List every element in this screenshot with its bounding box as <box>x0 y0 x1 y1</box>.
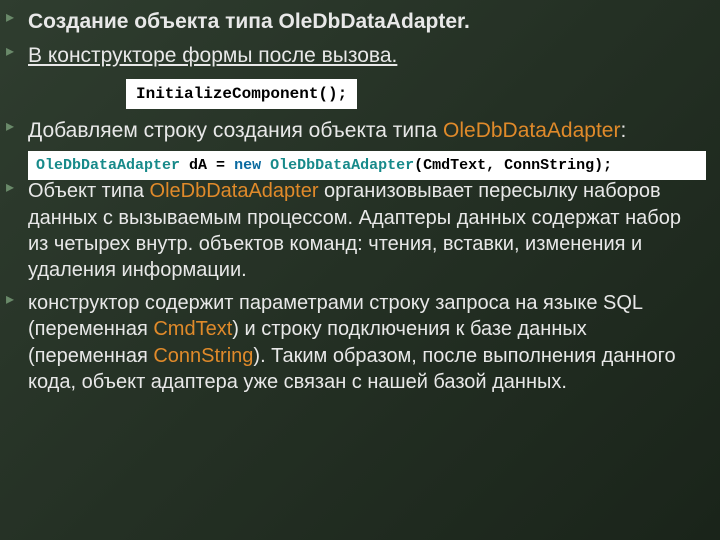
variable-name: CmdText <box>153 318 232 340</box>
text-part: Добавляем строку создания объекта типа <box>28 119 443 142</box>
code-op: = <box>216 157 234 174</box>
code-text: InitializeComponent(); <box>126 79 357 109</box>
code-class: OleDbDataAdapter <box>36 157 180 174</box>
bullet-item-4: ▸ Объект типа OleDbDataAdapter организов… <box>6 178 706 284</box>
bullet-text-underlined: В конструкторе формы после вызова. <box>28 44 397 67</box>
bullet-text: Добавляем строку создания объекта типа O… <box>28 117 706 145</box>
bullet-arrow-icon: ▸ <box>6 8 28 29</box>
code-snippet-1: InitializeComponent(); <box>6 75 706 117</box>
class-name: OleDbDataAdapter <box>443 119 620 142</box>
bullet-text: Объект типа OleDbDataAdapter организовыв… <box>28 178 706 284</box>
bullet-text: В конструкторе формы после вызова. <box>28 42 706 70</box>
code-var: dA <box>180 157 216 174</box>
bullet-item-5: ▸ конструктор содержит параметрами строк… <box>6 290 706 396</box>
bullet-arrow-icon: ▸ <box>6 117 28 138</box>
bullet-arrow-icon: ▸ <box>6 42 28 63</box>
bullet-arrow-icon: ▸ <box>6 178 28 199</box>
bullet-arrow-icon: ▸ <box>6 290 28 311</box>
bullet-item-2: ▸ В конструкторе формы после вызова. <box>6 42 706 70</box>
bullet-text: конструктор содержит параметрами строку … <box>28 290 706 396</box>
bullet-item-3: ▸ Добавляем строку создания объекта типа… <box>6 117 706 145</box>
code-args: (CmdText, ConnString); <box>414 157 612 174</box>
class-name: OleDbDataAdapter <box>150 180 319 202</box>
variable-name: ConnString <box>153 345 253 367</box>
code-space <box>261 157 270 174</box>
code-snippet-2: OleDbDataAdapter dA = new OleDbDataAdapt… <box>28 151 706 180</box>
text-part: Объект типа <box>28 180 150 202</box>
bullet-item-1: ▸ Создание объекта типа OleDbDataAdapter… <box>6 8 706 36</box>
bullet-text: Создание объекта типа OleDbDataAdapter. <box>28 8 706 36</box>
code-class: OleDbDataAdapter <box>270 157 414 174</box>
text-part: : <box>620 119 626 142</box>
code-keyword: new <box>234 157 261 174</box>
